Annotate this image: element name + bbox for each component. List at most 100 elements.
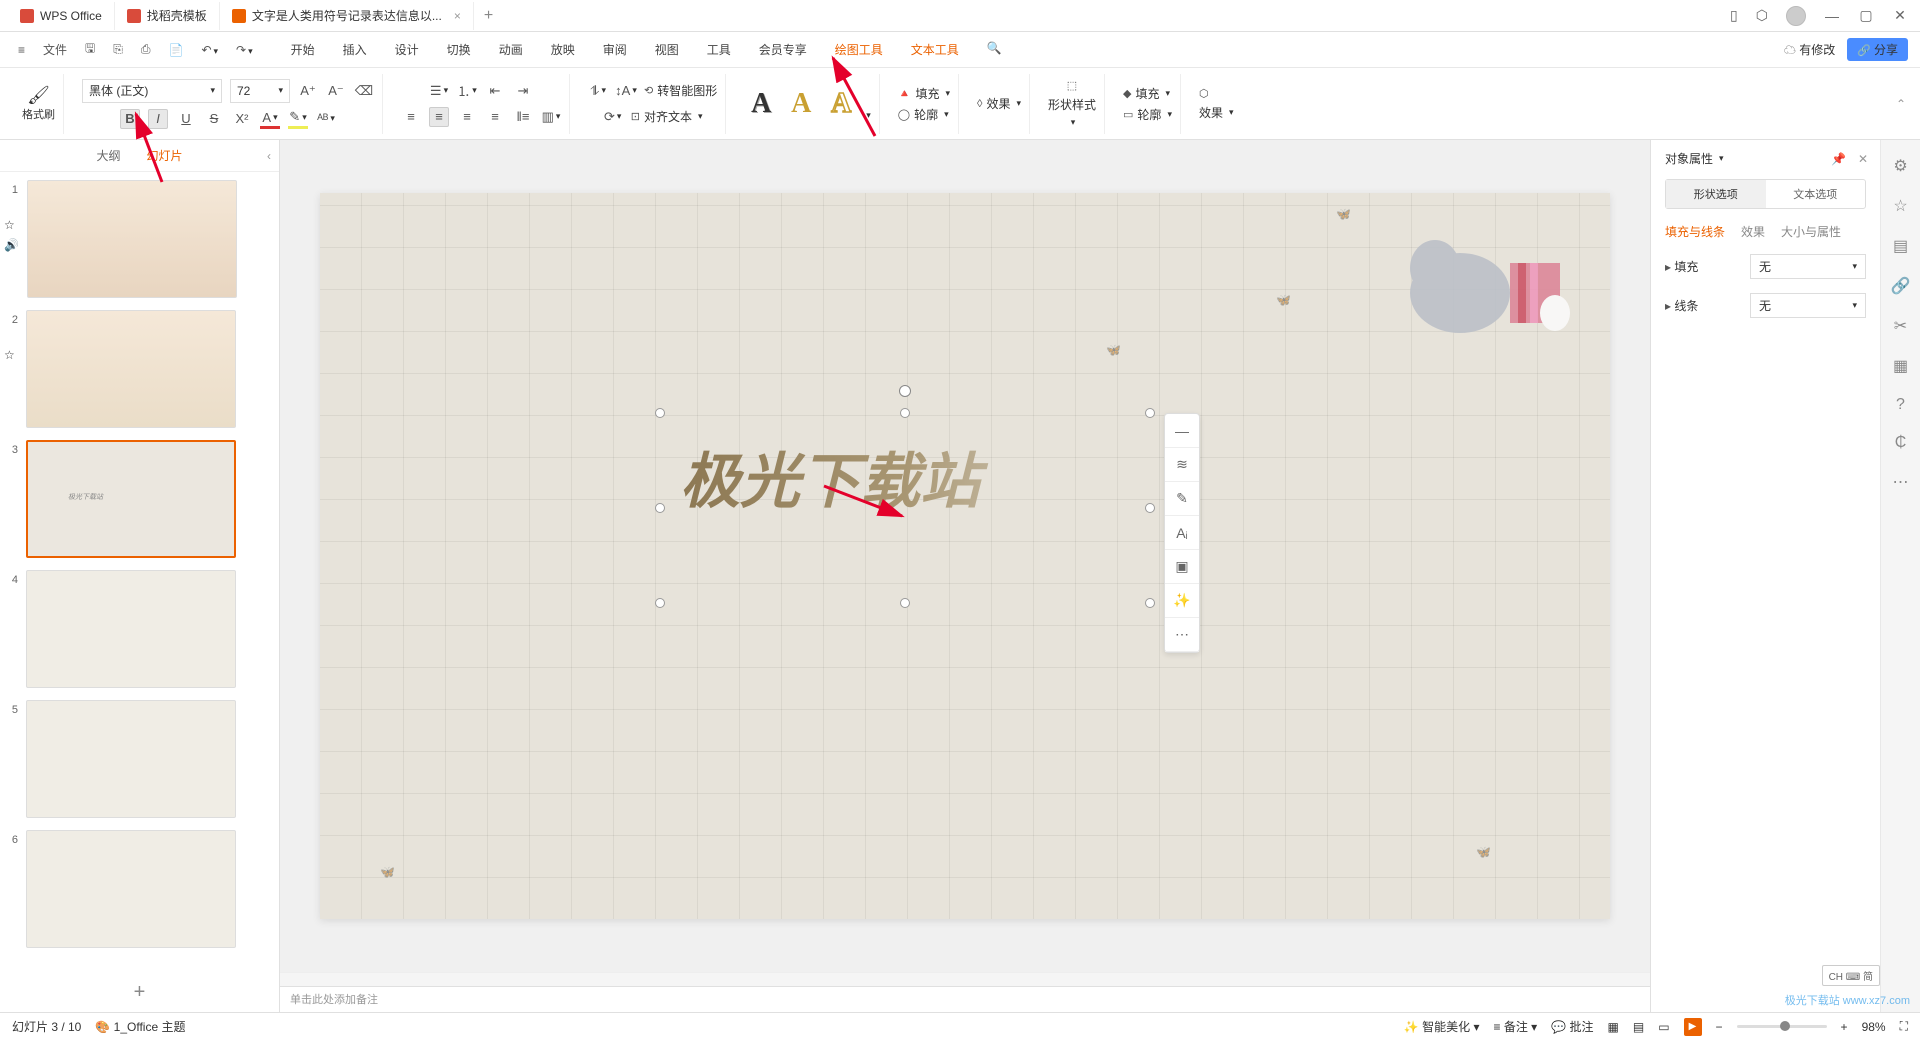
app-tab-wps[interactable]: WPS Office bbox=[8, 2, 115, 30]
float-magic-icon[interactable]: ✨ bbox=[1165, 584, 1199, 618]
fill-select[interactable]: 无▾ bbox=[1750, 254, 1866, 279]
resize-handle[interactable] bbox=[1145, 408, 1155, 418]
align-right-icon[interactable]: ≡ bbox=[457, 107, 477, 127]
app-tab-document[interactable]: 文字是人类用符号记录表达信息以... × bbox=[220, 2, 474, 30]
slide-canvas[interactable]: 🦋 🦋 🦋 🦋 🦋 极光下载站 — bbox=[320, 193, 1610, 919]
print-preview-icon[interactable]: 📄 bbox=[162, 39, 189, 61]
resize-handle[interactable] bbox=[900, 408, 910, 418]
tab-transition[interactable]: 切换 bbox=[445, 37, 473, 62]
outline-tab-slides[interactable]: 幻灯片 bbox=[143, 143, 187, 168]
print-icon[interactable]: ⎙ bbox=[135, 38, 157, 61]
menu-toggle-icon[interactable]: ≡ bbox=[12, 39, 31, 61]
font-size-select[interactable]: 72▾ bbox=[230, 79, 290, 103]
tab-view[interactable]: 视图 bbox=[653, 37, 681, 62]
text-outline-button[interactable]: ◯ 轮廓▾ bbox=[898, 106, 950, 123]
comments-toggle[interactable]: 💬 批注 bbox=[1551, 1018, 1593, 1035]
resize-handle[interactable] bbox=[655, 503, 665, 513]
panel-collapse-icon[interactable]: ‹ bbox=[267, 149, 271, 163]
props-subtab-effects[interactable]: 效果 bbox=[1741, 223, 1765, 240]
close-window-button[interactable]: ✕ bbox=[1892, 8, 1908, 24]
sb-grid-icon[interactable]: ▦ bbox=[1893, 356, 1908, 376]
star-icon[interactable]: ☆ bbox=[4, 348, 18, 362]
italic-button[interactable]: I bbox=[148, 109, 168, 129]
user-avatar[interactable] bbox=[1786, 6, 1806, 26]
zoom-out-icon[interactable]: − bbox=[1716, 1020, 1723, 1034]
sb-star-icon[interactable]: ☆ bbox=[1893, 196, 1907, 216]
view-normal-icon[interactable]: ▦ bbox=[1608, 1020, 1619, 1034]
align-left-icon[interactable]: ≡ bbox=[401, 107, 421, 127]
strikethrough-button[interactable]: S bbox=[204, 109, 224, 129]
bold-button[interactable]: B bbox=[120, 109, 140, 129]
align-center-icon[interactable]: ≡ bbox=[429, 107, 449, 127]
theme-label[interactable]: 🎨 1_Office 主题 bbox=[95, 1018, 185, 1035]
zoom-in-icon[interactable]: + bbox=[1841, 1020, 1848, 1034]
vert-align-icon[interactable]: ↕A▾ bbox=[616, 81, 636, 101]
float-layers-icon[interactable]: ≋ bbox=[1165, 448, 1199, 482]
app-tab-template[interactable]: 找稻壳模板 bbox=[115, 2, 220, 30]
resize-handle[interactable] bbox=[1145, 598, 1155, 608]
float-style-icon[interactable]: Aᵢ bbox=[1165, 516, 1199, 550]
tab-drawing-tools[interactable]: 绘图工具 bbox=[833, 37, 885, 62]
close-panel-icon[interactable]: ✕ bbox=[1858, 152, 1868, 166]
tab-design[interactable]: 设计 bbox=[393, 37, 421, 62]
line-spacing-icon[interactable]: ‖≡ bbox=[513, 107, 533, 127]
notes-toggle[interactable]: ≡ 备注 ▾ bbox=[1493, 1018, 1537, 1035]
highlight-button[interactable]: ✎▾ bbox=[288, 109, 308, 129]
rotate-icon[interactable]: ⟳▾ bbox=[603, 107, 623, 127]
tab-tools[interactable]: 工具 bbox=[705, 37, 733, 62]
tab-insert[interactable]: 插入 bbox=[341, 37, 369, 62]
sb-help-icon[interactable]: ? bbox=[1896, 396, 1905, 414]
smart-graphic-button[interactable]: ⟲ 转智能图形 bbox=[644, 82, 717, 99]
resize-handle[interactable] bbox=[900, 598, 910, 608]
increase-indent-icon[interactable]: ⇥ bbox=[513, 81, 533, 101]
redo-icon[interactable]: ↷▾ bbox=[230, 39, 259, 61]
fit-screen-icon[interactable]: ⛶ bbox=[1900, 1019, 1908, 1034]
wordart-more-icon[interactable]: ▾ bbox=[866, 110, 871, 121]
minimize-button[interactable]: — bbox=[1824, 8, 1840, 24]
wordart-style-2[interactable]: A bbox=[784, 87, 818, 121]
tab-slideshow[interactable]: 放映 bbox=[549, 37, 577, 62]
font-name-select[interactable]: 黑体 (正文)▾ bbox=[82, 79, 222, 103]
view-sorter-icon[interactable]: ▤ bbox=[1633, 1020, 1644, 1034]
undo-icon[interactable]: ↶▾ bbox=[195, 39, 224, 61]
clear-format-icon[interactable]: ⌫ bbox=[354, 81, 374, 101]
text-fill-button[interactable]: 🔺 填充▾ bbox=[898, 85, 950, 102]
maximize-button[interactable]: ▢ bbox=[1858, 8, 1874, 24]
pin-icon[interactable]: 📌 bbox=[1831, 152, 1846, 166]
cube-icon[interactable]: ⬡ bbox=[1756, 7, 1768, 24]
format-brush-icon[interactable]: 🖌 bbox=[27, 85, 50, 106]
shape-3d-icon[interactable]: ⬡ bbox=[1199, 87, 1234, 100]
sb-cap-icon[interactable]: ₵ bbox=[1895, 434, 1907, 452]
view-reading-icon[interactable]: ▭ bbox=[1658, 1020, 1669, 1034]
underline-button[interactable]: U bbox=[176, 109, 196, 129]
main-text-content[interactable]: 极光下载站 bbox=[660, 413, 1150, 540]
tab-home[interactable]: 开始 bbox=[289, 37, 317, 62]
slide-thumbnail-6[interactable]: 6 bbox=[4, 830, 275, 948]
resize-handle[interactable] bbox=[1145, 503, 1155, 513]
font-color-button[interactable]: A▾ bbox=[260, 109, 280, 129]
add-tab-button[interactable]: + bbox=[474, 7, 503, 25]
sb-more-icon[interactable]: ⋯ bbox=[1893, 472, 1909, 492]
tab-animation[interactable]: 动画 bbox=[497, 37, 525, 62]
file-menu[interactable]: 文件 bbox=[37, 37, 73, 62]
wordart-style-1[interactable]: A bbox=[744, 87, 778, 121]
zoom-value[interactable]: 98% bbox=[1862, 1020, 1886, 1034]
selected-textbox[interactable]: 极光下载站 — ≋ ✎ Aᵢ ▣ ✨ ⋯ bbox=[660, 413, 1150, 603]
sb-link-icon[interactable]: 🔗 bbox=[1891, 276, 1911, 296]
zoom-slider[interactable] bbox=[1737, 1025, 1827, 1028]
tab-review[interactable]: 审阅 bbox=[601, 37, 629, 62]
numbering-button[interactable]: ⒈▾ bbox=[457, 81, 477, 101]
resize-handle[interactable] bbox=[655, 408, 665, 418]
notes-input[interactable]: 单击此处添加备注 bbox=[280, 986, 1650, 1012]
props-subtab-size[interactable]: 大小与属性 bbox=[1781, 223, 1841, 240]
search-icon[interactable]: 🔍 bbox=[985, 37, 1004, 62]
shape-outline-button[interactable]: ▭ 轮廓▾ bbox=[1123, 106, 1172, 123]
align-justify-icon[interactable]: ≡ bbox=[485, 107, 505, 127]
props-tab-shape[interactable]: 形状选项 bbox=[1666, 180, 1766, 208]
tab-member[interactable]: 会员专享 bbox=[757, 37, 809, 62]
text-effects-dropdown[interactable]: ◊ 效果▾ bbox=[977, 95, 1021, 112]
float-minus-icon[interactable]: — bbox=[1165, 414, 1199, 448]
ribbon-collapse-icon[interactable]: ⌃ bbox=[1896, 97, 1906, 111]
outline-tab-outline[interactable]: 大纲 bbox=[92, 143, 124, 168]
resize-handle[interactable] bbox=[655, 598, 665, 608]
